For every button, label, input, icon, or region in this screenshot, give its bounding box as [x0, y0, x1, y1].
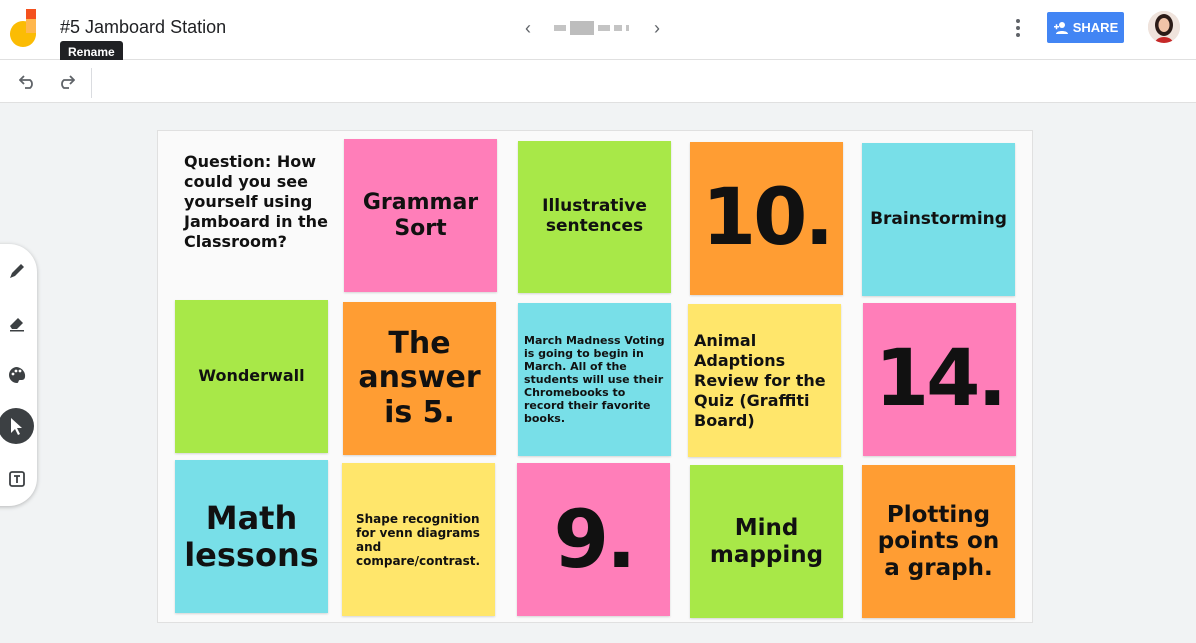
- sticky-note[interactable]: March Madness Voting is going to begin i…: [518, 303, 671, 456]
- sticky-note[interactable]: Math lessons: [175, 460, 328, 613]
- eraser-icon[interactable]: [0, 306, 34, 340]
- avatar[interactable]: [1148, 11, 1180, 43]
- question-text[interactable]: Question: How could you see yourself usi…: [184, 152, 334, 252]
- sticky-note[interactable]: Wonderwall: [175, 300, 328, 453]
- share-label: SHARE: [1072, 20, 1119, 35]
- sticky-note[interactable]: Animal Adaptions Review for the Quiz (Gr…: [688, 304, 841, 457]
- next-frame-icon[interactable]: ›: [647, 18, 667, 38]
- jamboard-logo[interactable]: [10, 9, 40, 47]
- sticky-note[interactable]: Shape recognition for venn diagrams and …: [342, 463, 495, 616]
- sticky-note[interactable]: 14.: [863, 303, 1016, 456]
- sticky-note[interactable]: Brainstorming: [862, 143, 1015, 296]
- board-title[interactable]: #5 Jamboard Station: [60, 17, 226, 38]
- frame-thumbnails[interactable]: [554, 21, 629, 35]
- sticky-note[interactable]: Grammar Sort: [344, 139, 497, 292]
- sticky-note[interactable]: Illustrative sentences: [518, 141, 671, 293]
- more-options-icon[interactable]: [1008, 16, 1028, 40]
- top-bar: #5 Jamboard Station Rename ‹ › SHARE: [0, 0, 1196, 63]
- edit-toolbar: [0, 60, 1196, 103]
- sticky-note[interactable]: 9.: [517, 463, 670, 616]
- prev-frame-icon[interactable]: ‹: [518, 18, 538, 38]
- undo-icon[interactable]: [16, 70, 40, 94]
- sticky-note[interactable]: Mind mapping: [690, 465, 843, 618]
- sticky-note[interactable]: Plotting points on a graph.: [862, 465, 1015, 618]
- share-button[interactable]: SHARE: [1047, 12, 1124, 43]
- text-box-icon[interactable]: [0, 462, 34, 496]
- palette-icon[interactable]: [0, 358, 34, 392]
- select-icon[interactable]: [0, 408, 34, 444]
- frame-pager: ‹ ›: [518, 14, 667, 42]
- redo-icon[interactable]: [54, 70, 78, 94]
- sticky-note[interactable]: The answer is 5.: [343, 302, 496, 455]
- sticky-note[interactable]: 10.: [690, 142, 843, 295]
- tool-palette: [0, 244, 37, 506]
- toolbar-divider: [91, 68, 92, 98]
- pen-icon[interactable]: [0, 254, 34, 288]
- add-person-icon: [1053, 21, 1068, 34]
